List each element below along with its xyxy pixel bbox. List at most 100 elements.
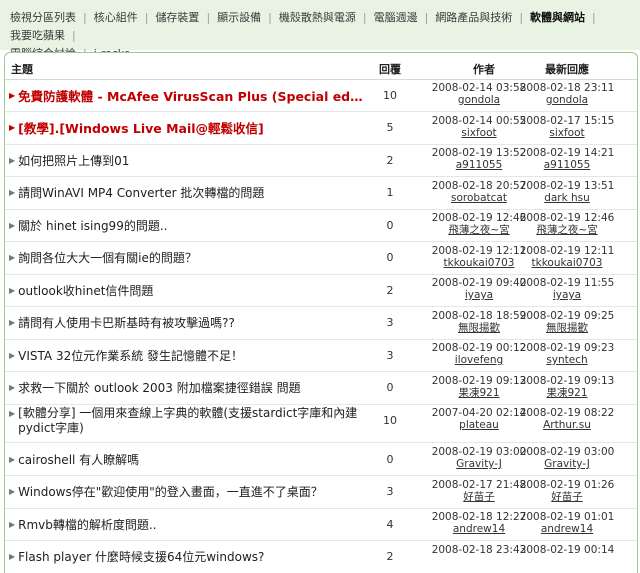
nav-item[interactable]: 軟體與網站: [530, 11, 585, 24]
last-reply-cell: 2008-02-19 12:46飛薄之夜~宮: [507, 212, 627, 236]
last-reply-cell: 2008-02-19 08:22Arthur.su: [507, 407, 627, 431]
reply-count: 3: [377, 339, 403, 371]
topic-title-link[interactable]: Flash player 什麼時候支援64位元windows?: [18, 548, 264, 565]
topic-subject: ▶詢問各位大大一個有關ie的問題？: [9, 242, 365, 274]
last-reply-cell: 2008-02-19 01:26好苗子: [507, 479, 627, 503]
topic-title-link[interactable]: 請問WinAVI MP4 Converter 批次轉檔的問題: [18, 184, 264, 201]
topic-subject: ▶請問WinAVI MP4 Converter 批次轉檔的問題: [9, 177, 365, 209]
topic-subject: ▶Windows停在"歡迎使用"的登入畫面，一直進不了桌面？: [9, 476, 365, 508]
topic-subject: ▶outlook收hinet信件問題: [9, 274, 365, 306]
table-row: ▶outlook收hinet信件問題22008-02-19 09:40iyaya…: [5, 274, 637, 307]
table-header: 主題 回覆 作者 最新回應: [5, 53, 637, 80]
bullet-arrow-icon: ▶: [9, 188, 15, 197]
last-reply-cell: 2008-02-19 00:14: [507, 544, 627, 556]
nav-separator: |: [72, 29, 76, 42]
topic-title-link[interactable]: [軟體分享] 一個用來查線上字典的軟體(支援stardict字庫和內建pydic…: [18, 406, 365, 436]
nav-item[interactable]: 電腦週邊: [374, 11, 418, 24]
table-row: ▶[軟體分享] 一個用來查線上字典的軟體(支援stardict字庫和內建pydi…: [5, 404, 637, 443]
nav-item[interactable]: 顯示設備: [217, 11, 261, 24]
nav-item[interactable]: 我要吃蘋果: [10, 29, 65, 42]
table-row: ▶免費防護軟體 - McAfee VirusScan Plus (Special…: [5, 79, 637, 112]
reply-count: 2: [377, 541, 403, 573]
nav-item[interactable]: 核心組件: [94, 11, 138, 24]
last-reply-date: 2008-02-17 15:15: [507, 115, 627, 127]
last-reply-user-link[interactable]: Arthur.su: [507, 419, 627, 431]
topic-subject: ▶請問有人使用卡巴斯基時有被攻擊過嗎??: [9, 307, 365, 339]
bullet-arrow-icon: ▶: [9, 383, 15, 392]
table-row: ▶[教學].[Windows Live Mail@輕鬆收信]52008-02-1…: [5, 112, 637, 145]
nav-separator: |: [519, 11, 523, 24]
last-reply-user-link[interactable]: iyaya: [507, 289, 627, 301]
last-reply-user-link[interactable]: 飛薄之夜~宮: [507, 224, 627, 236]
topic-title-link[interactable]: outlook收hinet信件問題: [18, 282, 153, 299]
last-reply-date: 2008-02-19 09:13: [507, 375, 627, 387]
reply-count: 2: [377, 274, 403, 306]
reply-count: 2: [377, 144, 403, 176]
nav-item[interactable]: 儲存裝置: [155, 11, 199, 24]
topic-title-link[interactable]: 詢問各位大大一個有關ie的問題？: [18, 249, 197, 266]
topic-title-link[interactable]: 求救一下關於 outlook 2003 附加檔案捷徑錯誤 問題: [18, 379, 300, 396]
topic-subject: ▶cairoshell 有人瞭解嗎: [9, 443, 365, 475]
last-reply-cell: 2008-02-18 23:11gondola: [507, 82, 627, 106]
last-reply-date: 2008-02-19 14:21: [507, 147, 627, 159]
topic-title-link[interactable]: 關於 hinet ising99的問題..: [18, 217, 167, 234]
bullet-arrow-icon: ▶: [9, 487, 15, 496]
table-row: ▶詢問各位大大一個有關ie的問題？ 0 2008-02-19 12:11tkkouk…: [5, 242, 637, 275]
last-reply-user-link[interactable]: sixfoot: [507, 127, 627, 139]
topic-subject: ▶關於 hinet ising99的問題..: [9, 209, 365, 241]
last-reply-user-link[interactable]: 好苗子: [507, 491, 627, 503]
topic-title-link[interactable]: 請問有人使用卡巴斯基時有被攻擊過嗎??: [18, 314, 235, 331]
table-row: ▶請問有人使用卡巴斯基時有被攻擊過嗎??32008-02-18 18:59無限揚…: [5, 307, 637, 340]
bullet-arrow-icon: ▶: [9, 318, 15, 327]
topic-title-link[interactable]: 如何把照片上傳到01: [18, 152, 129, 169]
last-reply-cell: 2008-02-19 13:51dark hsu: [507, 180, 627, 204]
nav-item[interactable]: 檢視分區列表: [10, 11, 76, 24]
last-reply-cell: 2008-02-19 03:00Gravity-J: [507, 446, 627, 470]
last-reply-date: 2008-02-19 08:22: [507, 407, 627, 419]
topic-title-link[interactable]: cairoshell 有人瞭解嗎: [18, 451, 139, 468]
last-reply-user-link[interactable]: 果凍921: [507, 387, 627, 399]
topic-title-link[interactable]: Rmvb轉檔的解析度問題..: [18, 516, 156, 533]
nav-separator: |: [592, 11, 596, 24]
last-reply-user-link[interactable]: syntech: [507, 354, 627, 366]
last-reply-user-link[interactable]: dark hsu: [507, 192, 627, 204]
last-reply-date: 2008-02-19 00:14: [507, 544, 627, 556]
reply-count: 0: [377, 443, 403, 475]
last-reply-date: 2008-02-19 12:46: [507, 212, 627, 224]
category-nav: 檢視分區列表|核心組件|儲存裝置|顯示設備|機殼散熱與電源|電腦週邊|網路產品與…: [0, 0, 640, 50]
last-reply-user-link[interactable]: tkkoukai0703: [507, 257, 627, 269]
bullet-arrow-icon: ▶: [9, 286, 15, 295]
last-reply-user-link[interactable]: andrew14: [507, 523, 627, 535]
last-reply-cell: 2008-02-19 09:23syntech: [507, 342, 627, 366]
topic-title-link[interactable]: [教學].[Windows Live Mail@輕鬆收信]: [18, 118, 264, 137]
last-reply-user-link[interactable]: Gravity-J: [507, 458, 627, 470]
last-reply-cell: 2008-02-17 15:15sixfoot: [507, 115, 627, 139]
header-last-reply: 最新回應: [507, 61, 627, 77]
nav-separator: |: [268, 11, 272, 24]
last-reply-cell: 2008-02-19 09:13果凍921: [507, 375, 627, 399]
bullet-arrow-icon: ▶: [9, 520, 15, 529]
last-reply-date: 2008-02-19 01:01: [507, 511, 627, 523]
last-reply-user-link[interactable]: 無限揚歡: [507, 322, 627, 334]
topic-title-link[interactable]: 免費防護軟體 - McAfee VirusScan Plus (Special …: [18, 86, 365, 105]
topic-subject: ▶求救一下關於 outlook 2003 附加檔案捷徑錯誤 問題: [9, 372, 365, 404]
bullet-arrow-icon: ▶: [9, 91, 15, 100]
reply-count: 0: [377, 242, 403, 274]
last-reply-user-link[interactable]: gondola: [507, 94, 627, 106]
reply-count: 3: [377, 307, 403, 339]
reply-count: 1: [377, 177, 403, 209]
table-row: ▶Rmvb轉檔的解析度問題..42008-02-18 12:27andrew14…: [5, 508, 637, 541]
nav-item[interactable]: 網路產品與技術: [435, 11, 512, 24]
topic-subject: ▶Flash player 什麼時候支援64位元windows?: [9, 541, 365, 573]
last-reply-cell: 2008-02-19 14:21a911055: [507, 147, 627, 171]
nav-item[interactable]: 機殼散熱與電源: [279, 11, 356, 24]
topic-subject: ▶Rmvb轉檔的解析度問題..: [9, 508, 365, 540]
last-reply-user-link[interactable]: a911055: [507, 159, 627, 171]
last-reply-cell: 2008-02-19 12:11tkkoukai0703: [507, 245, 627, 269]
topic-subject: ▶[軟體分享] 一個用來查線上字典的軟體(支援stardict字庫和內建pydi…: [9, 404, 365, 436]
topic-title-link[interactable]: VISTA 32位元作業系統 發生記憶體不足！: [18, 347, 243, 364]
last-reply-date: 2008-02-19 11:55: [507, 277, 627, 289]
topic-title-link[interactable]: Windows停在"歡迎使用"的登入畫面，一直進不了桌面？: [18, 483, 323, 500]
nav-separator: |: [363, 11, 367, 24]
last-reply-date: 2008-02-18 23:11: [507, 82, 627, 94]
